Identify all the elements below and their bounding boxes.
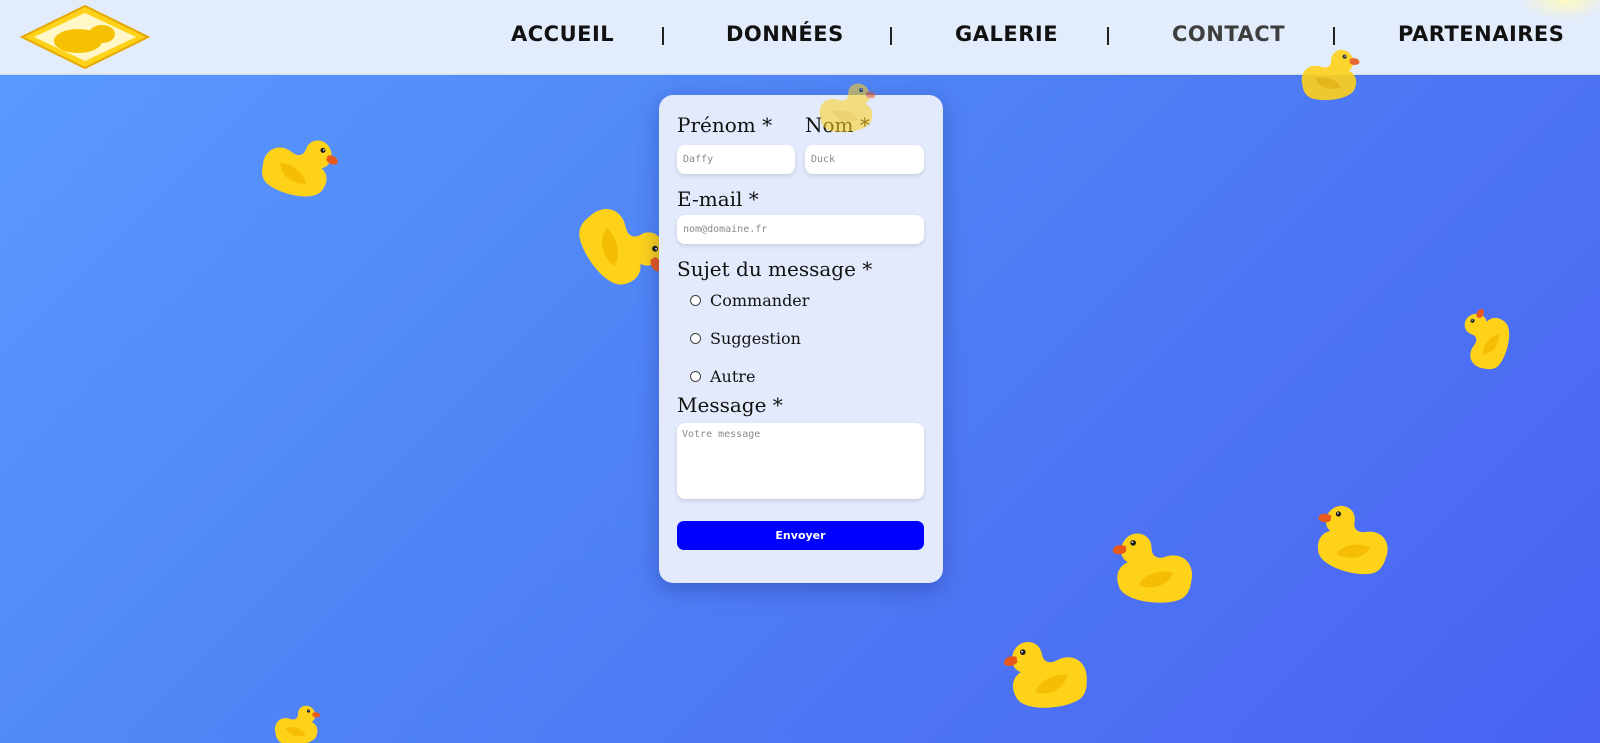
nav-donnees[interactable]: DONNÉES bbox=[726, 22, 844, 46]
nav-accueil[interactable]: ACCUEIL bbox=[511, 22, 614, 46]
radio-label: Suggestion bbox=[710, 328, 801, 348]
nav-partenaires[interactable]: PARTENAIRES bbox=[1398, 22, 1564, 46]
radio-label: Commander bbox=[710, 290, 810, 310]
radio-suggestion[interactable]: Suggestion bbox=[690, 327, 801, 349]
duck-logo-icon[interactable] bbox=[20, 4, 150, 70]
duck-icon bbox=[819, 83, 876, 133]
radio-commander[interactable]: Commander bbox=[690, 289, 809, 311]
lastname-input[interactable] bbox=[805, 145, 924, 174]
email-label: E-mail * bbox=[677, 187, 759, 211]
duck-icon bbox=[275, 705, 321, 743]
duck-icon bbox=[255, 124, 343, 207]
message-label: Message * bbox=[677, 393, 783, 417]
nav-contact[interactable]: CONTACT bbox=[1172, 22, 1285, 46]
radio-button[interactable] bbox=[690, 332, 701, 344]
firstname-input[interactable] bbox=[677, 145, 795, 174]
radio-button[interactable] bbox=[690, 294, 701, 306]
email-input[interactable] bbox=[677, 215, 924, 244]
radio-button[interactable] bbox=[690, 370, 701, 382]
send-button[interactable]: Envoyer bbox=[677, 521, 924, 550]
duck-icon bbox=[1452, 305, 1518, 375]
nav-separator bbox=[662, 27, 664, 45]
duck-icon bbox=[1112, 533, 1193, 603]
subject-label: Sujet du message * bbox=[677, 257, 873, 281]
radio-label: Autre bbox=[710, 366, 756, 386]
corner-glow bbox=[1520, 0, 1600, 20]
firstname-label: Prénom * bbox=[677, 113, 773, 137]
message-textarea[interactable] bbox=[677, 423, 924, 499]
contact-form: Prénom * Nom * E-mail * Sujet du message… bbox=[659, 95, 943, 583]
nav-separator bbox=[1107, 27, 1109, 45]
duck-icon bbox=[1310, 502, 1395, 579]
nav-galerie[interactable]: GALERIE bbox=[955, 22, 1058, 46]
radio-autre[interactable]: Autre bbox=[690, 365, 755, 387]
duck-icon bbox=[1301, 49, 1360, 101]
nav-separator bbox=[890, 27, 892, 45]
duck-icon bbox=[1001, 632, 1092, 715]
